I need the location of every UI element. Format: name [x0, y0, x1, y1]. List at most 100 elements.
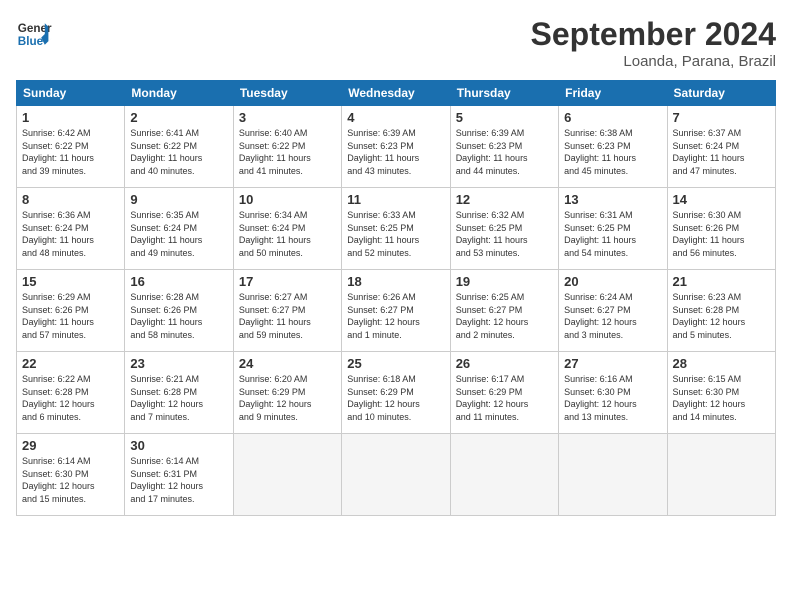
- page: General Blue September 2024 Loanda, Para…: [0, 0, 792, 612]
- day-number: 4: [347, 110, 444, 125]
- calendar-day-cell: 5 Sunrise: 6:39 AMSunset: 6:23 PMDaylight…: [450, 106, 558, 188]
- day-info: Sunrise: 6:28 AMSunset: 6:26 PMDaylight:…: [130, 291, 227, 341]
- calendar-day-cell: 21 Sunrise: 6:23 AMSunset: 6:28 PMDayligh…: [667, 270, 775, 352]
- calendar-day-cell: 26 Sunrise: 6:17 AMSunset: 6:29 PMDayligh…: [450, 352, 558, 434]
- day-number: 14: [673, 192, 770, 207]
- calendar-week-row: 1 Sunrise: 6:42 AMSunset: 6:22 PMDaylight…: [17, 106, 776, 188]
- calendar-day-cell: 12 Sunrise: 6:32 AMSunset: 6:25 PMDayligh…: [450, 188, 558, 270]
- calendar-day-cell: 11 Sunrise: 6:33 AMSunset: 6:25 PMDayligh…: [342, 188, 450, 270]
- calendar-day-cell: 1 Sunrise: 6:42 AMSunset: 6:22 PMDaylight…: [17, 106, 125, 188]
- day-number: 7: [673, 110, 770, 125]
- day-number: 9: [130, 192, 227, 207]
- calendar-day-header: Friday: [559, 81, 667, 106]
- calendar-day-cell: 18Sunrise: 6:26 AMSunset: 6:27 PMDayligh…: [342, 270, 450, 352]
- day-number: 18: [347, 274, 444, 289]
- calendar-day-cell: [342, 434, 450, 516]
- day-info: Sunrise: 6:14 AMSunset: 6:30 PMDaylight:…: [22, 455, 119, 505]
- calendar-day-cell: 7 Sunrise: 6:37 AMSunset: 6:24 PMDaylight…: [667, 106, 775, 188]
- day-info: Sunrise: 6:15 AMSunset: 6:30 PMDaylight:…: [673, 373, 770, 423]
- calendar-day-cell: 19Sunrise: 6:25 AMSunset: 6:27 PMDayligh…: [450, 270, 558, 352]
- day-number: 19: [456, 274, 553, 289]
- calendar-day-cell: 14 Sunrise: 6:30 AMSunset: 6:26 PMDayligh…: [667, 188, 775, 270]
- day-info: Sunrise: 6:22 AMSunset: 6:28 PMDaylight:…: [22, 373, 119, 423]
- calendar-day-cell: 8Sunrise: 6:36 AMSunset: 6:24 PMDaylight…: [17, 188, 125, 270]
- calendar-week-row: 15 Sunrise: 6:29 AMSunset: 6:26 PMDayligh…: [17, 270, 776, 352]
- day-info: Sunrise: 6:21 AMSunset: 6:28 PMDaylight:…: [130, 373, 227, 423]
- month-title: September 2024: [531, 16, 776, 53]
- calendar-header-row: SundayMondayTuesdayWednesdayThursdayFrid…: [17, 81, 776, 106]
- calendar-day-cell: 30 Sunrise: 6:14 AMSunset: 6:31 PMDayligh…: [125, 434, 233, 516]
- day-info: Sunrise: 6:32 AMSunset: 6:25 PMDaylight:…: [456, 209, 553, 259]
- calendar-day-cell: 9 Sunrise: 6:35 AMSunset: 6:24 PMDaylight…: [125, 188, 233, 270]
- day-info: Sunrise: 6:33 AMSunset: 6:25 PMDaylight:…: [347, 209, 444, 259]
- day-info: Sunrise: 6:42 AMSunset: 6:22 PMDaylight:…: [22, 127, 119, 177]
- calendar-day-header: Thursday: [450, 81, 558, 106]
- calendar-week-row: 22Sunrise: 6:22 AMSunset: 6:28 PMDayligh…: [17, 352, 776, 434]
- day-info: Sunrise: 6:41 AMSunset: 6:22 PMDaylight:…: [130, 127, 227, 177]
- day-number: 17: [239, 274, 336, 289]
- calendar: SundayMondayTuesdayWednesdayThursdayFrid…: [16, 80, 776, 516]
- day-info: Sunrise: 6:18 AMSunset: 6:29 PMDaylight:…: [347, 373, 444, 423]
- calendar-day-cell: 22Sunrise: 6:22 AMSunset: 6:28 PMDayligh…: [17, 352, 125, 434]
- day-info: Sunrise: 6:35 AMSunset: 6:24 PMDaylight:…: [130, 209, 227, 259]
- calendar-day-cell: 24 Sunrise: 6:20 AMSunset: 6:29 PMDayligh…: [233, 352, 341, 434]
- calendar-day-cell: 6 Sunrise: 6:38 AMSunset: 6:23 PMDaylight…: [559, 106, 667, 188]
- day-info: Sunrise: 6:30 AMSunset: 6:26 PMDaylight:…: [673, 209, 770, 259]
- day-number: 2: [130, 110, 227, 125]
- calendar-week-row: 29 Sunrise: 6:14 AMSunset: 6:30 PMDayligh…: [17, 434, 776, 516]
- day-info: Sunrise: 6:17 AMSunset: 6:29 PMDaylight:…: [456, 373, 553, 423]
- day-info: Sunrise: 6:23 AMSunset: 6:28 PMDaylight:…: [673, 291, 770, 341]
- day-number: 27: [564, 356, 661, 371]
- calendar-day-cell: [233, 434, 341, 516]
- header: General Blue September 2024 Loanda, Para…: [16, 16, 776, 70]
- day-number: 6: [564, 110, 661, 125]
- calendar-day-cell: 4Sunrise: 6:39 AMSunset: 6:23 PMDaylight…: [342, 106, 450, 188]
- day-number: 23: [130, 356, 227, 371]
- day-number: 25: [347, 356, 444, 371]
- calendar-day-cell: 13Sunrise: 6:31 AMSunset: 6:25 PMDayligh…: [559, 188, 667, 270]
- calendar-day-cell: [450, 434, 558, 516]
- calendar-day-cell: [559, 434, 667, 516]
- day-info: Sunrise: 6:34 AMSunset: 6:24 PMDaylight:…: [239, 209, 336, 259]
- day-info: Sunrise: 6:14 AMSunset: 6:31 PMDaylight:…: [130, 455, 227, 505]
- logo-icon: General Blue: [16, 16, 52, 52]
- day-number: 10: [239, 192, 336, 207]
- calendar-day-cell: 16 Sunrise: 6:28 AMSunset: 6:26 PMDayligh…: [125, 270, 233, 352]
- day-number: 11: [347, 192, 444, 207]
- day-number: 30: [130, 438, 227, 453]
- day-info: Sunrise: 6:24 AMSunset: 6:27 PMDaylight:…: [564, 291, 661, 341]
- calendar-day-cell: [667, 434, 775, 516]
- calendar-day-cell: 23 Sunrise: 6:21 AMSunset: 6:28 PMDayligh…: [125, 352, 233, 434]
- day-number: 15: [22, 274, 119, 289]
- day-info: Sunrise: 6:39 AMSunset: 6:23 PMDaylight:…: [456, 127, 553, 177]
- day-number: 28: [673, 356, 770, 371]
- calendar-day-header: Monday: [125, 81, 233, 106]
- day-number: 29: [22, 438, 119, 453]
- day-info: Sunrise: 6:27 AMSunset: 6:27 PMDaylight:…: [239, 291, 336, 341]
- day-number: 12: [456, 192, 553, 207]
- day-info: Sunrise: 6:29 AMSunset: 6:26 PMDaylight:…: [22, 291, 119, 341]
- calendar-day-header: Sunday: [17, 81, 125, 106]
- calendar-day-cell: 15 Sunrise: 6:29 AMSunset: 6:26 PMDayligh…: [17, 270, 125, 352]
- calendar-day-cell: 29 Sunrise: 6:14 AMSunset: 6:30 PMDayligh…: [17, 434, 125, 516]
- location-title: Loanda, Parana, Brazil: [531, 53, 776, 70]
- day-info: Sunrise: 6:36 AMSunset: 6:24 PMDaylight:…: [22, 209, 119, 259]
- calendar-day-cell: 27Sunrise: 6:16 AMSunset: 6:30 PMDayligh…: [559, 352, 667, 434]
- day-number: 21: [673, 274, 770, 289]
- calendar-day-header: Wednesday: [342, 81, 450, 106]
- day-info: Sunrise: 6:20 AMSunset: 6:29 PMDaylight:…: [239, 373, 336, 423]
- day-number: 26: [456, 356, 553, 371]
- calendar-day-cell: 10 Sunrise: 6:34 AMSunset: 6:24 PMDayligh…: [233, 188, 341, 270]
- calendar-day-cell: 3Sunrise: 6:40 AMSunset: 6:22 PMDaylight…: [233, 106, 341, 188]
- day-info: Sunrise: 6:37 AMSunset: 6:24 PMDaylight:…: [673, 127, 770, 177]
- day-number: 1: [22, 110, 119, 125]
- day-number: 5: [456, 110, 553, 125]
- day-number: 16: [130, 274, 227, 289]
- svg-text:Blue: Blue: [18, 35, 44, 48]
- day-info: Sunrise: 6:38 AMSunset: 6:23 PMDaylight:…: [564, 127, 661, 177]
- calendar-week-row: 8Sunrise: 6:36 AMSunset: 6:24 PMDaylight…: [17, 188, 776, 270]
- day-info: Sunrise: 6:40 AMSunset: 6:22 PMDaylight:…: [239, 127, 336, 177]
- day-number: 13: [564, 192, 661, 207]
- calendar-day-cell: 20Sunrise: 6:24 AMSunset: 6:27 PMDayligh…: [559, 270, 667, 352]
- day-number: 24: [239, 356, 336, 371]
